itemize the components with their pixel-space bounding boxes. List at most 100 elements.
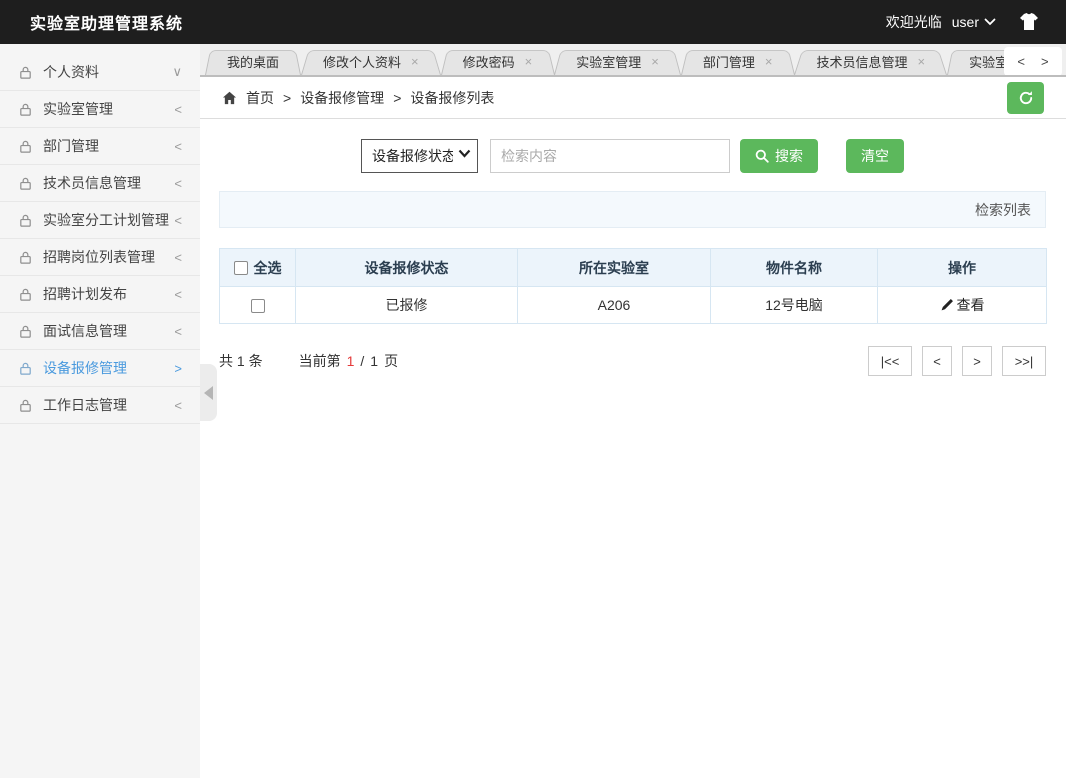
tab-bar: 我的桌面 修改个人资料 × 修改密码 × 实验室管理 × 部门管理 × 技术员信… [200,44,1066,77]
pencil-icon [941,299,953,311]
tab-change-password[interactable]: 修改密码 × [441,47,555,75]
lock-icon [18,324,33,339]
clear-button[interactable]: 清空 [846,139,904,173]
total-count: 共 1 条 [219,353,263,369]
search-icon [755,149,769,163]
welcome-text: 欢迎光临 [885,14,942,30]
sidebar-item-dept-mgmt[interactable]: 部门管理 < [0,128,200,165]
chevron-down-icon [984,18,996,26]
chevron-icon: < [174,397,182,413]
status-select[interactable]: 设备报修状态 [361,139,478,173]
refresh-button[interactable] [1007,81,1044,114]
close-icon[interactable]: × [411,54,419,69]
tab-edit-profile[interactable]: 修改个人资料 × [301,47,441,75]
tab-lab-mgmt[interactable]: 实验室管理 × [554,47,681,75]
chevron-icon: > [174,360,182,376]
sidebar-item-recruit-plan[interactable]: 招聘计划发布 < [0,276,200,313]
sidebar-item-work-log[interactable]: 工作日志管理 < [0,387,200,424]
cell-status: 已报修 [295,286,518,324]
search-button-label: 搜索 [775,148,803,164]
sidebar-item-lab-mgmt[interactable]: 实验室管理 < [0,91,200,128]
close-icon[interactable]: × [525,54,533,69]
close-icon[interactable]: × [651,54,659,69]
pagination: 共 1 条 当前第 1 / 1 页 |<< < > >>| [219,346,1046,376]
column-header-status: 设备报修状态 [295,248,518,287]
lock-icon [18,287,33,302]
view-link[interactable]: 查看 [940,295,985,315]
sidebar-item-label: 实验室分工计划管理 [43,212,169,228]
lock-icon [18,213,33,228]
sidebar-item-label: 招聘计划发布 [43,286,127,302]
select-all-checkbox[interactable] [233,260,248,275]
last-page-button[interactable]: >>| [1002,346,1046,376]
prev-page-button[interactable]: < [922,346,952,376]
breadcrumb-home[interactable]: 首页 [246,88,274,108]
breadcrumb-separator: > [283,89,292,106]
chevron-icon: < [174,101,182,117]
refresh-icon [1019,90,1032,104]
tab-dept-mgmt[interactable]: 部门管理 × [681,47,795,75]
sidebar-item-technician-info[interactable]: 技术员信息管理 < [0,165,200,202]
chevron-icon: < [174,286,182,302]
sidebar-item-lab-plan[interactable]: 实验室分工计划管理 < [0,202,200,239]
breadcrumb: 首页 > 设备报修管理 > 设备报修列表 [222,88,494,108]
tshirt-icon[interactable] [1018,13,1040,31]
sidebar-collapse-handle[interactable] [200,364,217,421]
total-pages: 1 [370,353,379,369]
sidebar-item-label: 实验室管理 [43,101,113,117]
panel-title: 检索列表 [975,201,1031,218]
repair-table: 全选 设备报修状态 所在实验室 物件名称 操作 已报修 A206 12号电脑 查… [219,248,1047,324]
status-select-wrap: 设备报修状态 [361,139,478,173]
first-page-button[interactable]: |<< [868,346,912,376]
chevron-icon: < [174,323,182,339]
cell-item: 12号电脑 [710,286,878,324]
current-page-prefix: 当前第 [298,353,341,369]
clear-button-label: 清空 [861,148,889,164]
lock-icon [18,176,33,191]
sidebar-item-label: 面试信息管理 [43,323,127,339]
search-input[interactable] [490,139,730,173]
close-icon[interactable]: × [765,54,773,69]
tab-my-desktop[interactable]: 我的桌面 [205,47,301,75]
chevron-icon: < [174,175,182,191]
tab-label: 修改密码 [462,54,515,70]
search-button[interactable]: 搜索 [740,139,818,173]
sidebar-item-profile[interactable]: 个人资料 ∨ [0,54,200,91]
sidebar-item-label: 部门管理 [43,138,99,154]
chevron-icon: < [174,249,182,265]
current-page-number: 1 [346,353,355,369]
next-page-button[interactable]: > [962,346,992,376]
close-icon[interactable]: × [917,54,925,69]
collapse-arrow-icon [204,385,213,400]
top-header: 实验室助理管理系统 欢迎光临 user [0,0,1066,44]
lock-icon [18,398,33,413]
page-body: 设备报修状态 搜索 清空 [200,119,1066,778]
column-header-action: 操作 [877,248,1047,287]
tab-label: 部门管理 [702,54,755,70]
search-form: 设备报修状态 搜索 清空 [219,139,1046,173]
tab-technician-info[interactable]: 技术员信息管理 × [794,47,947,75]
breadcrumb-section[interactable]: 设备报修管理 [300,88,384,108]
user-dropdown[interactable]: user [952,14,996,30]
lock-icon [18,102,33,117]
column-header-lab: 所在实验室 [517,248,711,287]
sidebar-item-label: 招聘岗位列表管理 [43,249,155,265]
breadcrumb-separator: > [393,89,402,106]
select-all-label: 全选 [253,259,282,276]
chevron-icon: < [174,212,182,228]
content-area: 我的桌面 修改个人资料 × 修改密码 × 实验室管理 × 部门管理 × 技术员信… [200,44,1066,778]
breadcrumb-bar: 首页 > 设备报修管理 > 设备报修列表 [200,77,1066,119]
table-header-row: 全选 设备报修状态 所在实验室 物件名称 操作 [219,248,1047,287]
tab-scroll-right-icon[interactable]: > [1041,54,1049,69]
app-window: 实验室助理管理系统 欢迎光临 user 个人资料 ∨ 实验室管理 < 部门管理 … [0,0,1066,778]
tab-label: 技术员信息管理 [816,54,908,70]
sidebar-item-job-list[interactable]: 招聘岗位列表管理 < [0,239,200,276]
tab-label: 我的桌面 [227,54,280,70]
username: user [951,14,979,30]
sidebar-item-interview-info[interactable]: 面试信息管理 < [0,313,200,350]
sidebar-item-label: 设备报修管理 [43,360,127,376]
tab-scroll-left-icon[interactable]: < [1017,54,1025,69]
sidebar-item-device-repair[interactable]: 设备报修管理 > [0,350,200,387]
lock-icon [18,65,33,80]
row-checkbox[interactable] [250,299,265,314]
